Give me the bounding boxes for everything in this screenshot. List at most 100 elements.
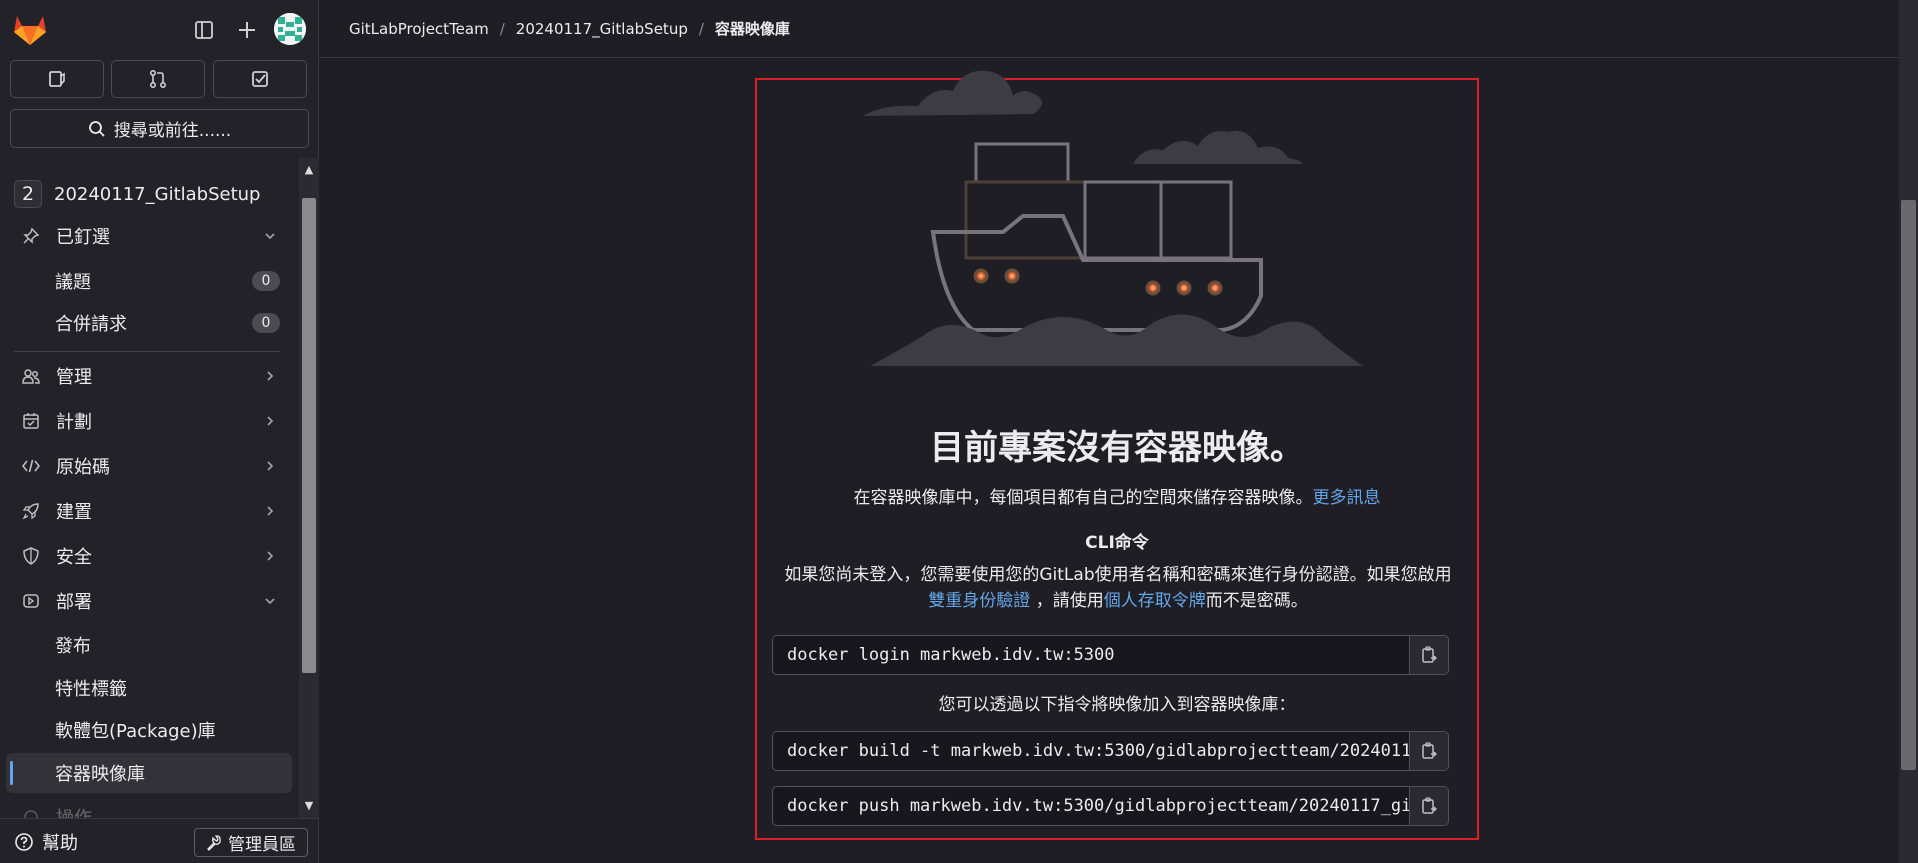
- nav-label: 管理: [56, 367, 92, 388]
- admin-area-button[interactable]: 管理員區: [194, 828, 308, 857]
- cli-commands-title: CLI命令: [1085, 533, 1149, 553]
- container-ship-illustration: [863, 70, 1363, 366]
- issues-count-badge: 0: [252, 271, 280, 291]
- help-button[interactable]: 幫助: [14, 829, 78, 855]
- pin-icon: [20, 225, 42, 247]
- sidebar-topbar: [0, 0, 319, 58]
- sidebar-nav: 2 20240117_GitlabSetup 已釘選 議題 0 合併請求 0 管…: [0, 158, 299, 818]
- breadcrumb-separator: /: [698, 19, 704, 38]
- nav-pinned-label: 已釘選: [56, 227, 110, 248]
- project-link[interactable]: 2 20240117_GitlabSetup: [14, 180, 260, 208]
- nav-label: 原始碼: [56, 457, 110, 478]
- copy-icon: [1422, 646, 1437, 663]
- login-command-box: docker login markweb.idv.tw:5300: [772, 635, 1449, 675]
- push-instructions-text: 您可以透過以下指令將映像加入到容器映像庫：: [938, 695, 1296, 715]
- build-command-box: docker build -t markweb.idv.tw:5300/gidl…: [772, 731, 1449, 771]
- sidebar-scrollbar[interactable]: ▲ ▼: [299, 158, 319, 818]
- chevron-down-icon: [260, 595, 280, 607]
- nav-label: 部署: [56, 592, 92, 613]
- todo-icon: [252, 71, 268, 87]
- help-icon: [15, 833, 33, 851]
- push-command-box: docker push markweb.idv.tw:5300/gidlabpr…: [772, 786, 1449, 826]
- scroll-down-arrow[interactable]: ▼: [303, 800, 315, 812]
- empty-state-description: 在容器映像庫中，每個項目都有自己的空間來儲存容器映像。更多訊息: [757, 483, 1477, 508]
- nav-label: 計劃: [56, 412, 92, 433]
- chevron-right-icon: [260, 460, 280, 472]
- scroll-up-arrow[interactable]: ▲: [303, 164, 315, 176]
- users-icon: [20, 365, 42, 387]
- breadcrumb-current[interactable]: 容器映像庫: [715, 18, 790, 39]
- build-command-input[interactable]: docker build -t markweb.idv.tw:5300/gidl…: [773, 732, 1410, 770]
- login-command-input[interactable]: docker login markweb.idv.tw:5300: [773, 636, 1410, 674]
- operate-icon: [20, 806, 42, 818]
- chevron-right-icon: [260, 370, 280, 382]
- personal-access-token-link[interactable]: 個人存取令牌: [1104, 591, 1206, 611]
- project-avatar: 2: [14, 180, 42, 208]
- breadcrumb: GitLabProjectTeam / 20240117_GitlabSetup…: [319, 0, 1899, 58]
- nav-code[interactable]: 原始碼: [6, 446, 292, 486]
- help-label: 幫助: [42, 833, 78, 854]
- sidebar-toggle-icon[interactable]: [190, 16, 218, 44]
- nav-deploy[interactable]: 部署: [6, 581, 292, 621]
- copy-push-command-button[interactable]: [1409, 787, 1448, 825]
- breadcrumb-separator: /: [499, 19, 505, 38]
- cli-desc-text: 如果您尚未登入，您需要使用您的GitLab使用者名稱和密碼來進行身份認證。如果您…: [784, 565, 1452, 585]
- copy-icon: [1422, 742, 1437, 759]
- main-scroll-thumb[interactable]: [1901, 200, 1916, 770]
- deploy-icon: [20, 590, 42, 612]
- sidebar-item-feature-flags[interactable]: 特性標籤: [6, 668, 292, 708]
- sidebar: 搜尋或前往...... 2 20240117_GitlabSetup 已釘選 議…: [0, 0, 319, 863]
- nav-label: 操作: [56, 804, 292, 818]
- nav-pinned[interactable]: 已釘選: [6, 216, 292, 256]
- breadcrumb-group[interactable]: GitLabProjectTeam: [349, 20, 489, 38]
- merge-requests-count-badge: 0: [252, 313, 280, 333]
- cli-desc-text: ，請使用: [1030, 591, 1104, 611]
- cli-description: 如果您尚未登入，您需要使用您的GitLab使用者名稱和密碼來進行身份認證。如果您…: [775, 562, 1461, 614]
- empty-state: 目前專案沒有容器映像。 在容器映像庫中，每個項目都有自己的空間來儲存容器映像。更…: [755, 70, 1479, 840]
- sidebar-item-label: 容器映像庫: [55, 764, 145, 785]
- sidebar-divider: [14, 351, 280, 352]
- project-name: 20240117_GitlabSetup: [54, 183, 261, 205]
- nav-label: 建置: [56, 502, 92, 523]
- copy-build-command-button[interactable]: [1409, 732, 1448, 770]
- nav-manage[interactable]: 管理: [6, 356, 292, 396]
- sidebar-footer: 幫助 管理員區: [0, 818, 319, 863]
- sidebar-item-package-registry[interactable]: 軟體包(Package)庫: [6, 710, 292, 750]
- nav-build[interactable]: 建置: [6, 491, 292, 531]
- rocket-icon: [20, 500, 42, 522]
- push-command-input[interactable]: docker push markweb.idv.tw:5300/gidlabpr…: [773, 787, 1410, 825]
- two-factor-auth-link[interactable]: 雙重身份驗證: [928, 591, 1030, 611]
- chevron-right-icon: [260, 550, 280, 562]
- copy-icon: [1422, 797, 1437, 814]
- wrench-icon: [207, 834, 221, 851]
- copy-login-command-button[interactable]: [1409, 636, 1448, 674]
- sidebar-item-label: 議題: [55, 272, 91, 293]
- empty-state-title: 目前專案沒有容器映像。: [930, 428, 1304, 468]
- gitlab-logo[interactable]: [12, 12, 48, 46]
- nav-secure[interactable]: 安全: [6, 536, 292, 576]
- nav-label: 安全: [56, 547, 92, 568]
- main-scrollbar[interactable]: [1899, 0, 1918, 863]
- sidebar-item-issues[interactable]: 議題 0: [6, 261, 292, 301]
- nav-operate[interactable]: 操作: [6, 797, 292, 818]
- chevron-down-icon: [260, 230, 280, 242]
- sidebar-item-label: 合併請求: [55, 314, 127, 335]
- sidebar-scroll-thumb[interactable]: [302, 198, 316, 673]
- todo-button[interactable]: [213, 60, 307, 98]
- cli-desc-text: 而不是密碼。: [1205, 591, 1308, 611]
- sidebar-item-container-registry[interactable]: 容器映像庫: [6, 753, 292, 793]
- chevron-right-icon: [260, 415, 280, 427]
- sidebar-item-label: 發布: [55, 636, 91, 657]
- nav-plan[interactable]: 計劃: [6, 401, 292, 441]
- plus-icon[interactable]: [233, 16, 261, 44]
- issues-button[interactable]: [10, 60, 104, 98]
- sidebar-item-merge-requests[interactable]: 合併請求 0: [6, 303, 292, 343]
- chevron-right-icon: [260, 505, 280, 517]
- breadcrumb-project[interactable]: 20240117_GitlabSetup: [516, 20, 688, 38]
- search-button[interactable]: 搜尋或前往......: [10, 109, 309, 148]
- more-info-link[interactable]: 更多訊息: [1313, 488, 1381, 508]
- user-avatar[interactable]: [274, 13, 306, 45]
- description-text: 在容器映像庫中，每個項目都有自己的空間來儲存容器映像。: [853, 488, 1313, 508]
- merge-requests-button[interactable]: [111, 60, 205, 98]
- sidebar-item-releases[interactable]: 發布: [6, 625, 292, 665]
